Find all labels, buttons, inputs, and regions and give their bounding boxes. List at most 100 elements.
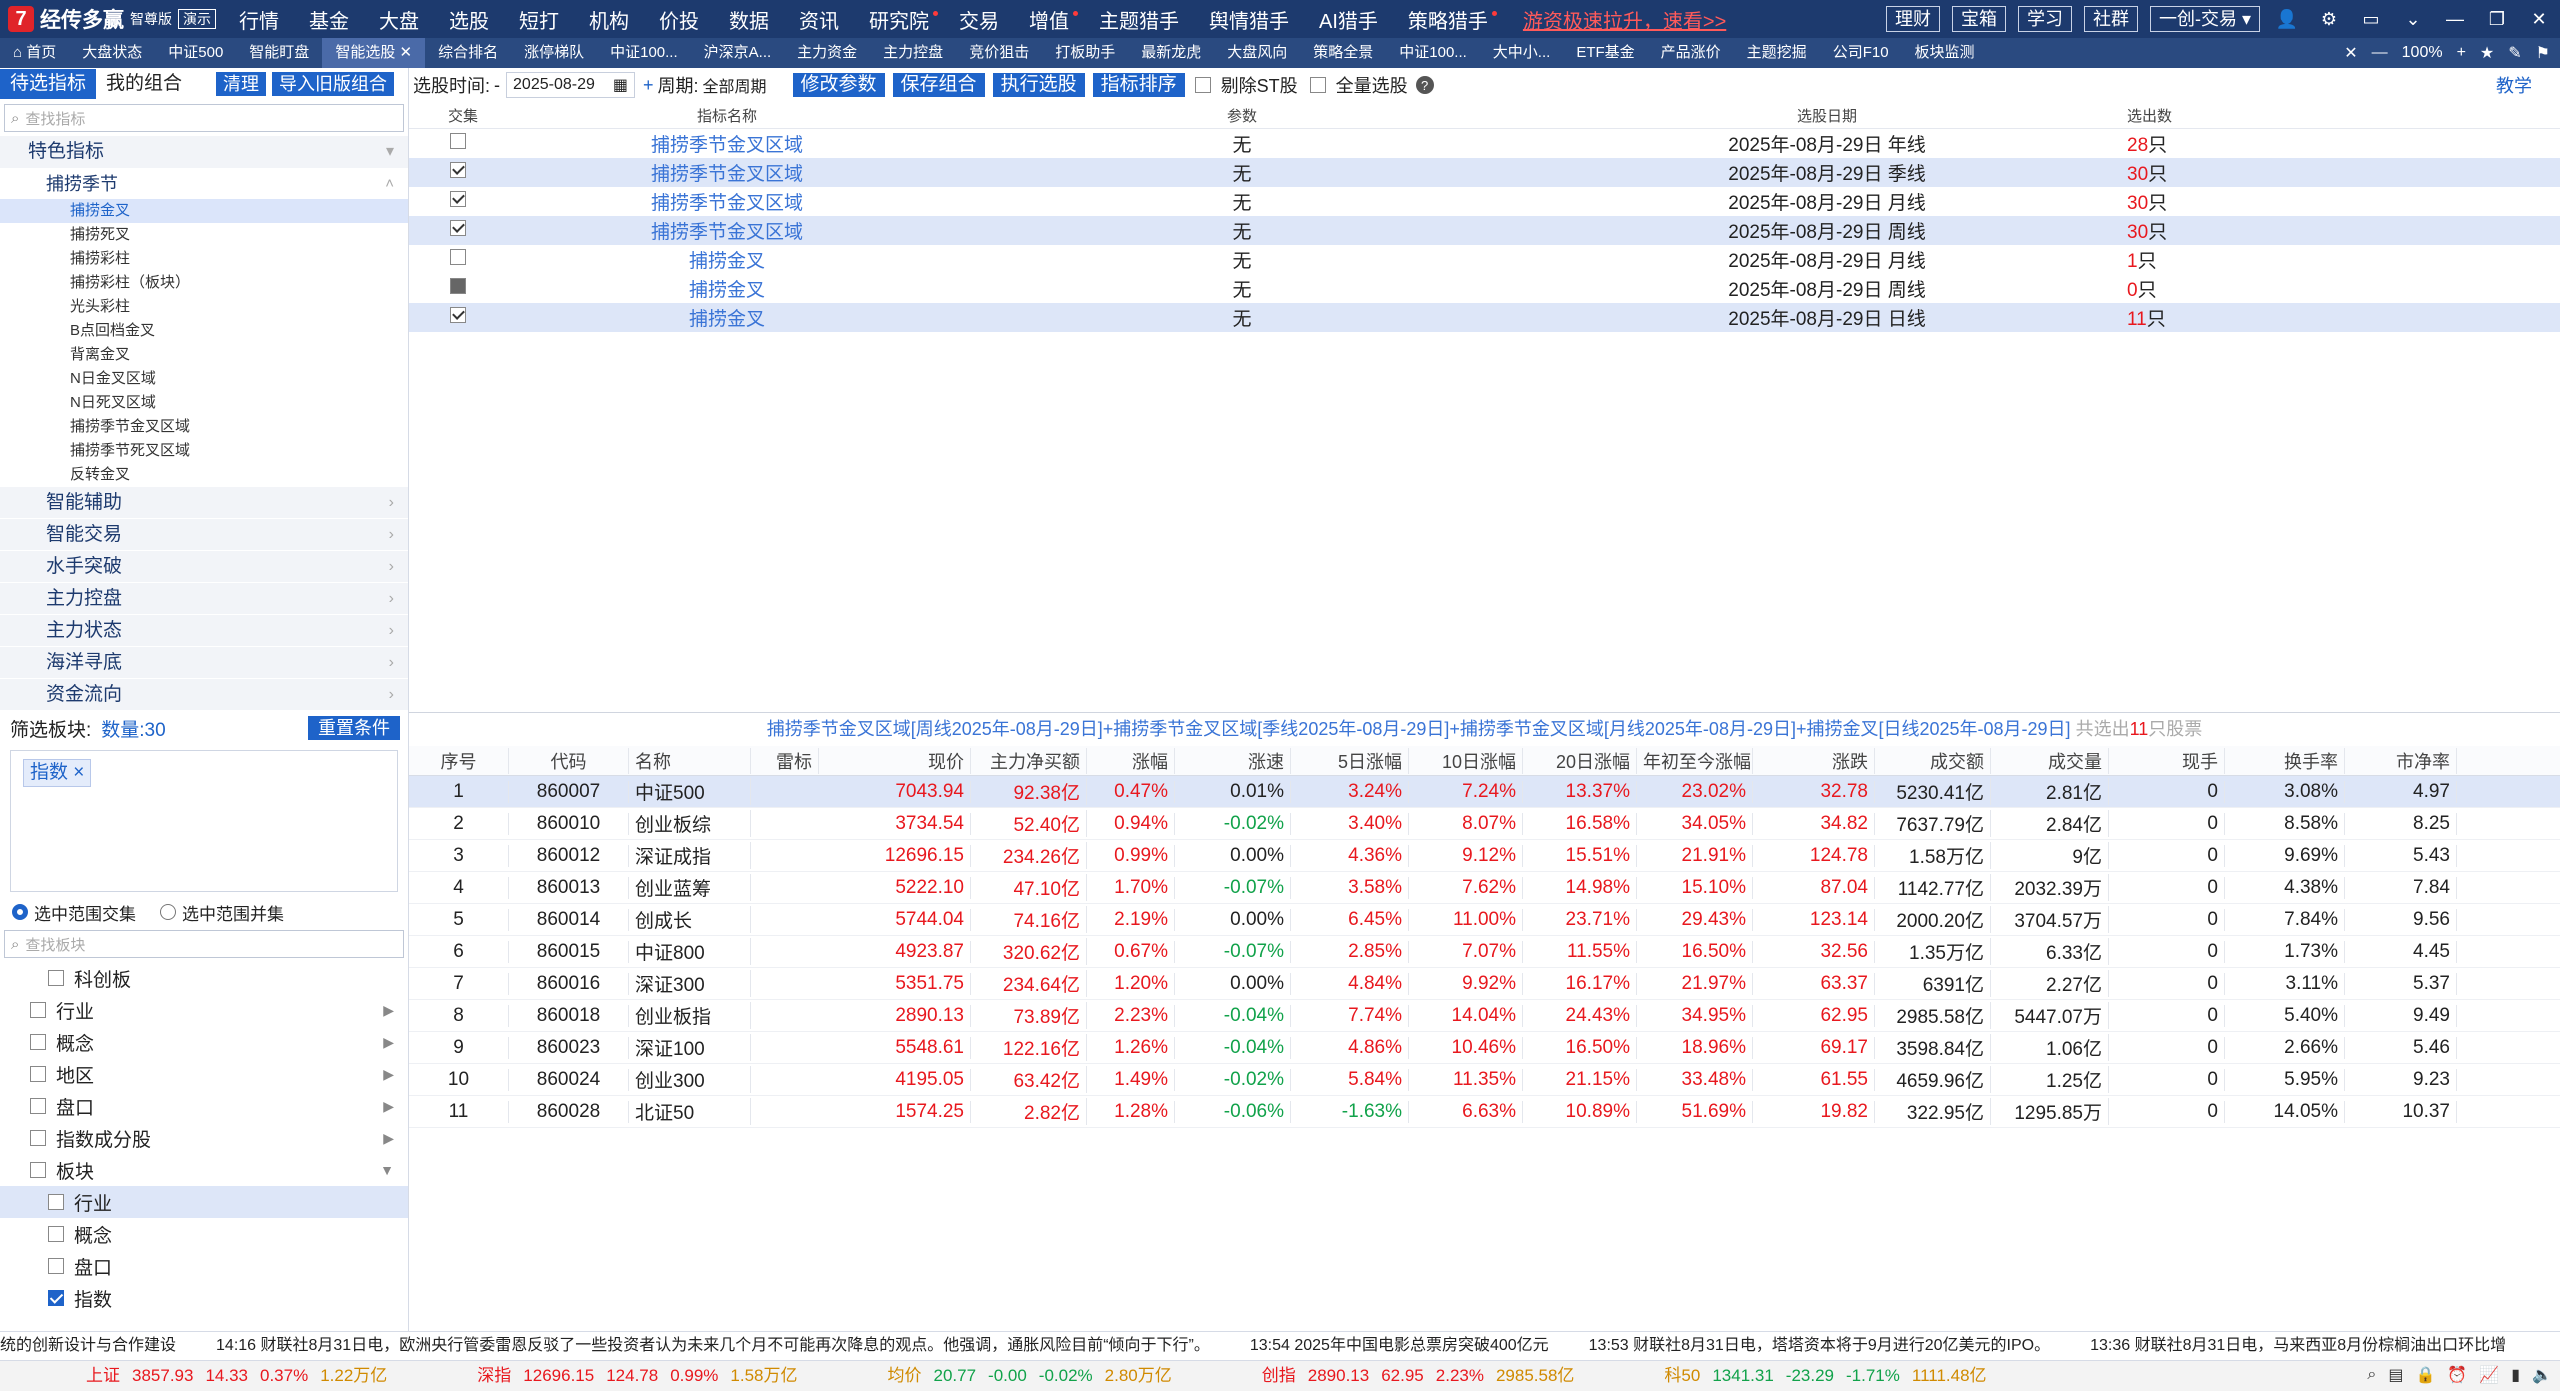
menu-item[interactable]: 基金 xyxy=(294,5,364,34)
menu-item[interactable]: 资讯 xyxy=(784,5,854,34)
indicator-item[interactable]: 捕捞季节死叉区域 xyxy=(0,439,408,463)
period-select[interactable]: 全部周期 xyxy=(703,73,767,97)
user-icon[interactable]: 👤 xyxy=(2276,9,2298,29)
result-col-header[interactable]: 雷标 xyxy=(751,747,819,774)
board-checkbox[interactable] xyxy=(30,1098,46,1114)
news-item[interactable]: 13:54 2025年中国电影总票房突破400亿元 xyxy=(1250,1337,1549,1354)
signal-icon[interactable]: ▮ xyxy=(2511,1365,2520,1385)
indicator-group[interactable]: 海洋寻底 › xyxy=(0,647,408,678)
menu-item[interactable]: 数据 xyxy=(714,5,784,34)
indicator-item[interactable]: 捕捞季节金叉区域 xyxy=(0,415,408,439)
index-item[interactable]: 创指 2890.13 62.95 2.23% 2985.58亿 xyxy=(1172,1361,1575,1391)
indicator-row[interactable]: 捕捞季节金叉区域 无 2025年-08月-29日 年线 28只 xyxy=(409,129,2560,158)
index-item[interactable]: 上证 3857.93 14.33 0.37% 1.22万亿 xyxy=(0,1361,387,1391)
board-checkbox[interactable] xyxy=(30,1066,46,1082)
intersect-checkbox[interactable] xyxy=(450,161,466,178)
tab-item[interactable]: 打板助手 xyxy=(1042,38,1128,68)
intersect-checkbox[interactable] xyxy=(450,219,466,236)
restore-icon[interactable]: ❐ xyxy=(2487,9,2507,29)
indicator-item[interactable]: 捕捞死叉 xyxy=(0,223,408,247)
result-col-header[interactable]: 换手率 xyxy=(2225,747,2345,774)
tab-pending-indicators[interactable]: 待选指标 xyxy=(0,69,97,99)
indicator-group[interactable]: 主力控盘 › xyxy=(0,583,408,614)
indicator-name[interactable]: 捕捞金叉 xyxy=(517,304,937,331)
licai-button[interactable]: 理财 xyxy=(1885,6,1940,32)
tab-item[interactable]: 沪深京A... xyxy=(691,38,785,68)
gear-icon[interactable]: ⚙ xyxy=(2319,9,2339,29)
result-col-header[interactable]: 20日涨幅 xyxy=(1523,747,1637,774)
indicator-row[interactable]: 捕捞金叉 无 2025年-08月-29日 月线 1只 xyxy=(409,245,2560,274)
tab-item[interactable]: 智能盯盘 xyxy=(236,38,322,68)
board-subitem[interactable]: 盘口 xyxy=(0,1250,408,1282)
intersect-checkbox[interactable] xyxy=(450,306,466,323)
tab-item[interactable]: ETF基金 xyxy=(1563,38,1647,68)
menu-item[interactable]: AI猎手 xyxy=(1304,5,1393,34)
table-row[interactable]: 4 860013 创业蓝筹 5222.10 47.10亿 1.70% -0.07% 3.58%… xyxy=(409,872,2560,904)
tab-item[interactable]: 竞价狙击 xyxy=(956,38,1042,68)
board-group[interactable]: 指数成分股 ▶ xyxy=(0,1122,408,1154)
tab-item[interactable]: 产品涨价 xyxy=(1648,38,1734,68)
zoom-in-icon[interactable]: + xyxy=(2457,44,2466,62)
indicator-name[interactable]: 捕捞季节金叉区域 xyxy=(517,159,937,186)
close-icon[interactable]: ✕ xyxy=(395,44,412,61)
indicator-row[interactable]: 捕捞季节金叉区域 无 2025年-08月-29日 季线 30只 xyxy=(409,158,2560,187)
tab-item[interactable]: 大盘风向 xyxy=(1214,38,1300,68)
indicator-item[interactable]: N日金叉区域 xyxy=(0,367,408,391)
tab-item[interactable]: 大中小... xyxy=(1480,38,1564,68)
index-item[interactable]: 科50 1341.31 -23.29 -1.71% 1111.48亿 xyxy=(1574,1361,1986,1391)
minimize-icon[interactable]: — xyxy=(2445,9,2465,29)
board-subitem[interactable]: 行业 xyxy=(0,1186,408,1218)
menu-item[interactable]: 策略猎手 xyxy=(1393,5,1503,34)
menu-item[interactable]: 行情 xyxy=(224,5,294,34)
group-special-indicators[interactable]: 特色指标 ▾ xyxy=(0,136,408,168)
splitter[interactable] xyxy=(409,712,2560,713)
result-col-header[interactable]: 5日涨幅 xyxy=(1291,747,1409,774)
table-row[interactable]: 9 860023 深证100 5548.61 122.16亿 1.26% -0.04% 4.8… xyxy=(409,1032,2560,1064)
indicator-row[interactable]: 捕捞季节金叉区域 无 2025年-08月-29日 周线 30只 xyxy=(409,216,2560,245)
table-row[interactable]: 10 860024 创业300 4195.05 63.42亿 1.49% -0.02% 5.8… xyxy=(409,1064,2560,1096)
tab-item[interactable]: 中证500 xyxy=(155,38,236,68)
tab-my-combos[interactable]: 我的组合 xyxy=(96,69,192,99)
tab-item[interactable]: 主题挖掘 xyxy=(1734,38,1820,68)
exclude-st-checkbox[interactable] xyxy=(1194,77,1211,93)
help-icon[interactable]: ? xyxy=(1415,76,1434,94)
sub-season[interactable]: 捕捞季节 ˄ xyxy=(0,169,408,199)
news-item[interactable]: 13:36 财联社8月31日电，马来西亚8月份棕榈油出口环比增 xyxy=(2090,1337,2506,1354)
search-icon[interactable]: ⌕ xyxy=(2367,1366,2376,1384)
menu-item[interactable]: 舆情猎手 xyxy=(1194,5,1304,34)
board-group[interactable]: 行业 ▶ xyxy=(0,994,408,1026)
learn-button[interactable]: 学习 xyxy=(2017,6,2072,32)
board-subitem[interactable]: 概念 xyxy=(0,1218,408,1250)
menu-item[interactable]: 价投 xyxy=(644,5,714,34)
menu-item[interactable]: 研究院 xyxy=(854,5,944,34)
indicator-name[interactable]: 捕捞季节金叉区域 xyxy=(517,130,937,157)
intersect-checkbox[interactable] xyxy=(450,132,466,149)
menu-item[interactable]: 机构 xyxy=(574,5,644,34)
result-col-header[interactable]: 涨速 xyxy=(1175,747,1291,774)
news-item[interactable]: 统的创新设计与合作建设 xyxy=(0,1337,176,1354)
tab-item[interactable]: 智能选股 ✕ xyxy=(322,38,426,68)
board-search[interactable]: ⌕ 查找板块 xyxy=(4,930,404,958)
radio-or[interactable] xyxy=(160,904,176,920)
intersect-checkbox[interactable] xyxy=(450,277,466,294)
chart-icon[interactable]: 📈 xyxy=(2479,1365,2499,1385)
indicator-name[interactable]: 捕捞季节金叉区域 xyxy=(517,188,937,215)
table-row[interactable]: 5 860014 创成长 5744.04 74.16亿 2.19% 0.00% 6.45% 11… xyxy=(409,904,2560,936)
result-col-header[interactable]: 名称 xyxy=(629,747,751,774)
table-row[interactable]: 8 860018 创业板指 2890.13 73.89亿 2.23% -0.04% 7.74%… xyxy=(409,1000,2560,1032)
menu-item[interactable]: 大盘 xyxy=(364,5,434,34)
app-logo[interactable]: 7 经传多赢 智尊版 演示 xyxy=(0,0,224,38)
result-col-header[interactable]: 涨跌 xyxy=(1753,747,1875,774)
index-item[interactable]: 均价 20.77 -0.00 -0.02% 2.80万亿 xyxy=(798,1361,1172,1391)
board-checkbox[interactable] xyxy=(30,1162,46,1178)
result-col-header[interactable]: 代码 xyxy=(509,747,629,774)
board-checkbox[interactable] xyxy=(48,1226,64,1242)
tutorial-link[interactable]: 教学 xyxy=(2496,72,2532,98)
pen-icon[interactable]: ✎ xyxy=(2508,43,2521,63)
promo-link[interactable]: 游资极速拉升，速看>> xyxy=(1523,5,1726,34)
trade-select[interactable]: 一创-交易 ▾ xyxy=(2149,6,2260,32)
save-combo-button[interactable]: 保存组合 xyxy=(892,73,985,97)
news-ticker[interactable]: 统的创新设计与合作建设 14:16 财联社8月31日电，欧洲央行管委雷恩反驳了一些… xyxy=(0,1331,2560,1360)
board-checkbox[interactable] xyxy=(30,1002,46,1018)
tab-item[interactable]: 中证100... xyxy=(1386,38,1480,68)
